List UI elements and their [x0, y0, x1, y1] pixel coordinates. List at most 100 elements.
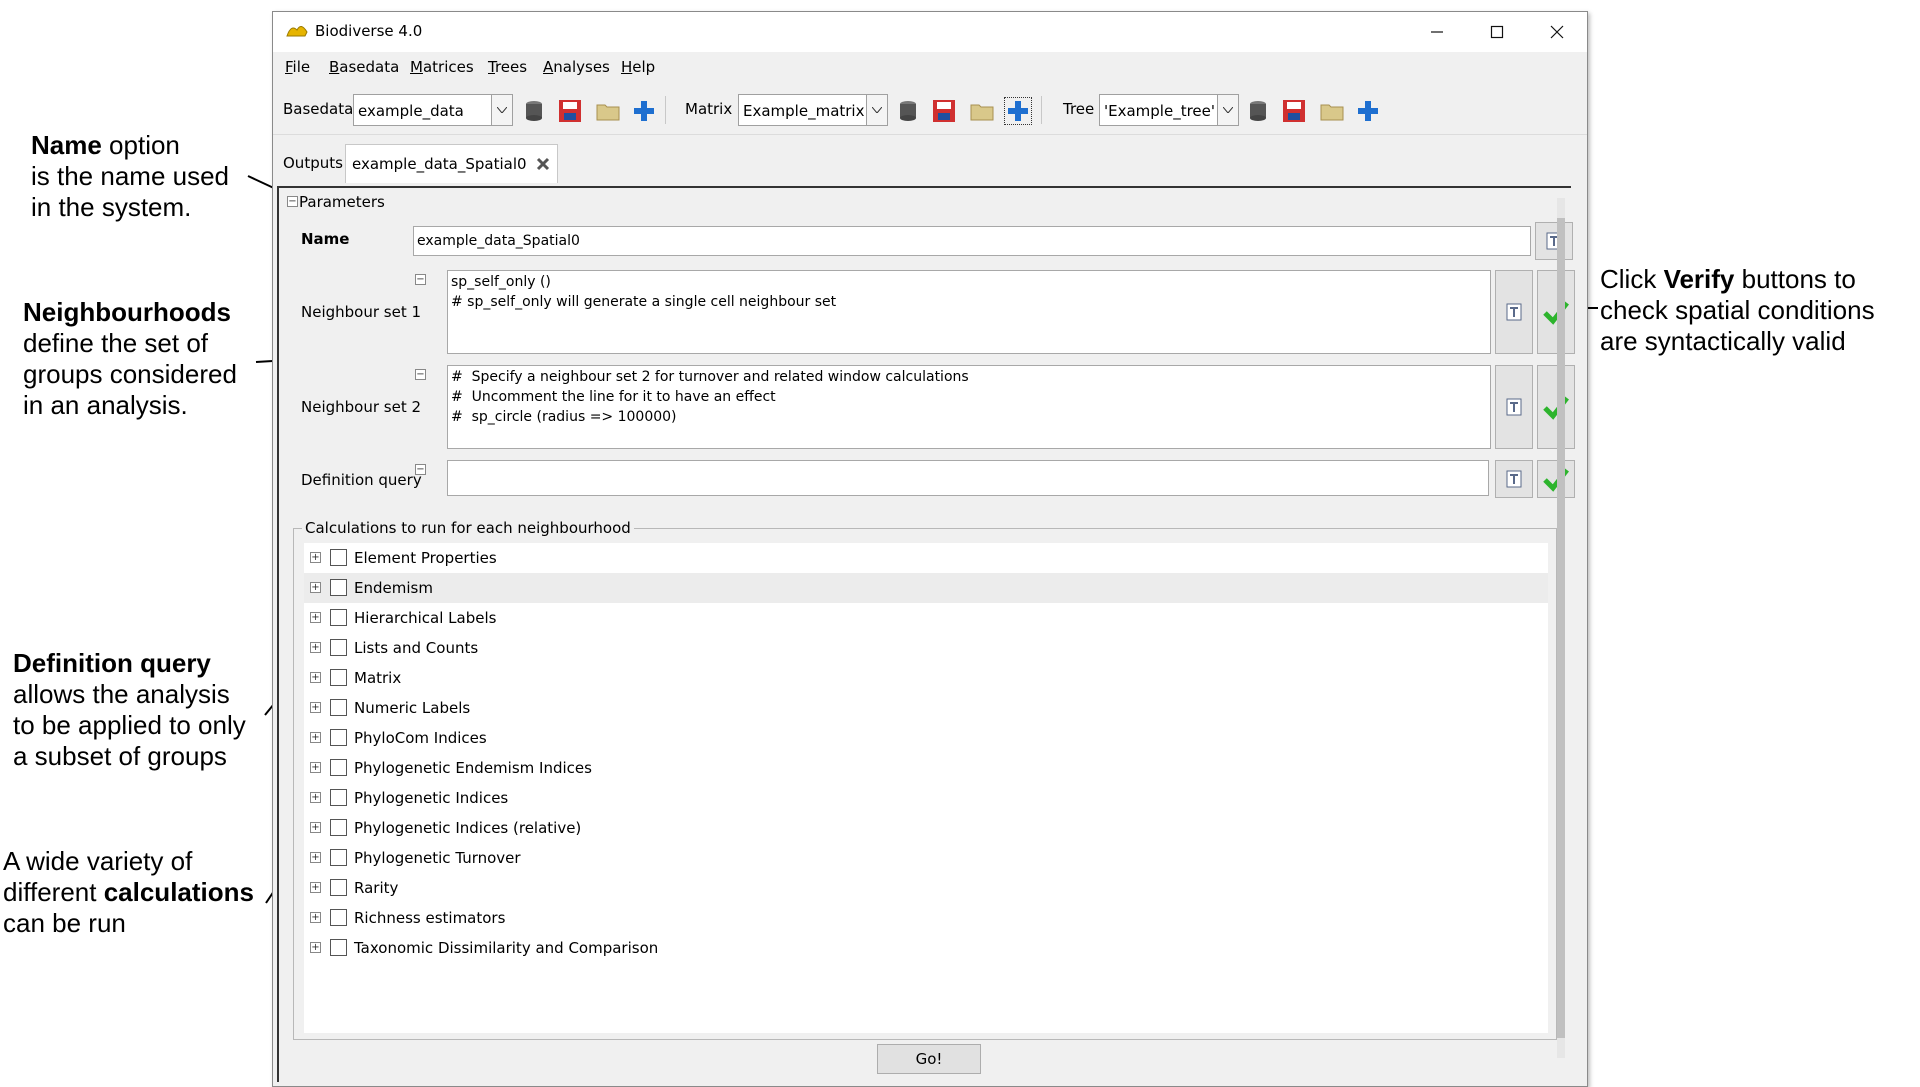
vertical-scrollbar[interactable] [1557, 198, 1565, 1058]
list-item[interactable]: + Hierarchical Labels [304, 603, 1548, 633]
save-matrix-icon[interactable] [931, 98, 957, 124]
expand-icon[interactable]: + [310, 552, 321, 563]
list-item[interactable]: + Phylogenetic Indices [304, 783, 1548, 813]
list-item[interactable]: + Matrix [304, 663, 1548, 693]
checkbox[interactable] [330, 849, 347, 866]
expand-icon[interactable]: + [310, 642, 321, 653]
calculations-legend: Calculations to run for each neighbourho… [302, 519, 634, 537]
collapse-neighbour-set-2-icon[interactable]: − [415, 369, 426, 380]
menu-file[interactable]: File [285, 58, 310, 76]
open-matrix-icon[interactable] [969, 98, 995, 124]
go-button[interactable]: Go! [877, 1044, 981, 1074]
matrix-combo[interactable]: Example_matrix [738, 94, 888, 126]
open-basedata-icon[interactable] [595, 98, 621, 124]
basedata-combo[interactable]: example_data [353, 94, 513, 126]
expand-icon[interactable]: + [310, 852, 321, 863]
list-item[interactable]: + Rarity [304, 873, 1548, 903]
open-tree-icon[interactable] [1319, 98, 1345, 124]
delete-basedata-icon[interactable] [521, 98, 547, 124]
expand-icon[interactable]: + [310, 702, 321, 713]
definition-query-editor[interactable] [447, 460, 1489, 496]
expand-icon[interactable]: + [310, 942, 321, 953]
verify-neighbour-set-2-button[interactable] [1537, 365, 1575, 449]
list-item[interactable]: + PhyloCom Indices [304, 723, 1548, 753]
list-item[interactable]: + Phylogenetic Turnover [304, 843, 1548, 873]
neighbour-set-1-editor[interactable]: sp_self_only () # sp_self_only will gene… [447, 270, 1491, 354]
checkbox[interactable] [330, 819, 347, 836]
save-tree-icon[interactable] [1281, 98, 1307, 124]
checkbox[interactable] [330, 879, 347, 896]
list-item[interactable]: + Endemism [304, 573, 1548, 603]
expand-icon[interactable]: + [310, 582, 321, 593]
list-item[interactable]: + Lists and Counts [304, 633, 1548, 663]
tab-example-data-spatial0[interactable]: example_data_Spatial0 [345, 144, 559, 183]
list-item[interactable]: + Phylogenetic Endemism Indices [304, 753, 1548, 783]
maximize-button[interactable] [1467, 12, 1527, 52]
list-item[interactable]: + Numeric Labels [304, 693, 1548, 723]
delete-tree-icon[interactable] [1245, 98, 1271, 124]
matrix-label: Matrix [685, 100, 733, 118]
checkbox[interactable] [330, 609, 347, 626]
delete-matrix-icon[interactable] [895, 98, 921, 124]
menu-help[interactable]: Help [621, 58, 655, 76]
menu-basedata[interactable]: Basedata [329, 58, 399, 76]
checkbox[interactable] [330, 939, 347, 956]
checkbox[interactable] [330, 699, 347, 716]
verify-neighbour-set-1-button[interactable] [1537, 270, 1575, 354]
verify-definition-query-button[interactable] [1537, 460, 1575, 498]
checkbox[interactable] [330, 579, 347, 596]
checkbox[interactable] [330, 639, 347, 656]
save-basedata-icon[interactable] [557, 98, 583, 124]
close-tab-icon[interactable] [535, 156, 551, 172]
calculation-label: Phylogenetic Indices (relative) [354, 819, 582, 837]
expand-icon[interactable]: + [310, 732, 321, 743]
calculations-list: + Element Properties + Endemism + Hierarchi… [304, 543, 1548, 1033]
list-item[interactable]: + Taxonomic Dissimilarity and Comparison [304, 933, 1548, 963]
checkbox[interactable] [330, 789, 347, 806]
checkbox[interactable] [330, 909, 347, 926]
expand-icon[interactable]: + [310, 882, 321, 893]
expand-icon[interactable]: + [310, 762, 321, 773]
tree-combo[interactable]: 'Example_tree' [1099, 94, 1239, 126]
expand-icon[interactable]: + [310, 822, 321, 833]
definition-query-label: Definition query [301, 471, 422, 489]
collapse-neighbour-set-1-icon[interactable]: − [415, 274, 426, 285]
scrollbar-thumb[interactable] [1557, 218, 1565, 1038]
name-help-button[interactable] [1535, 222, 1573, 260]
expand-icon[interactable]: + [310, 792, 321, 803]
list-item[interactable]: + Richness estimators [304, 903, 1548, 933]
name-label: Name [301, 230, 350, 248]
add-basedata-icon[interactable] [631, 98, 657, 124]
menu-trees[interactable]: Trees [488, 58, 527, 76]
checkbox[interactable] [330, 759, 347, 776]
expand-icon[interactable]: + [310, 912, 321, 923]
name-value: example_data_Spatial0 [417, 233, 580, 249]
window-title: Biodiverse 4.0 [315, 22, 423, 40]
name-input[interactable]: example_data_Spatial0 [413, 226, 1531, 256]
checkbox[interactable] [330, 669, 347, 686]
neighbour-set-2-help-button[interactable] [1495, 365, 1533, 449]
list-item[interactable]: + Phylogenetic Indices (relative) [304, 813, 1548, 843]
neighbour-set-2-line: # sp_circle (radius => 100000) [451, 409, 677, 425]
calculation-label: Lists and Counts [354, 639, 479, 657]
calculations-frame: Calculations to run for each neighbourho… [293, 519, 1557, 1040]
collapse-parameters-icon[interactable]: − [287, 196, 298, 207]
close-window-button[interactable] [1527, 12, 1587, 52]
expand-icon[interactable]: + [310, 612, 321, 623]
menu-matrices[interactable]: Matrices [410, 58, 474, 76]
annotation-name: Name option is the name used in the syst… [31, 130, 230, 222]
definition-query-help-button[interactable] [1495, 460, 1533, 498]
neighbour-set-1-help-button[interactable] [1495, 270, 1533, 354]
list-item[interactable]: + Element Properties [304, 543, 1548, 573]
checkbox[interactable] [330, 729, 347, 746]
checkbox[interactable] [330, 549, 347, 566]
add-matrix-icon[interactable] [1004, 97, 1032, 125]
expand-icon[interactable]: + [310, 672, 321, 683]
menu-analyses[interactable]: Analyses [543, 58, 610, 76]
tab-outputs[interactable]: Outputs [277, 144, 349, 182]
biodiverse-window: Biodiverse 4.0 File Basedata Matrices Tr… [272, 11, 1588, 1087]
minimize-button[interactable] [1407, 12, 1467, 52]
add-tree-icon[interactable] [1355, 98, 1381, 124]
maximize-icon [1490, 25, 1504, 39]
neighbour-set-2-editor[interactable]: # Specify a neighbour set 2 for turnover… [447, 365, 1491, 449]
